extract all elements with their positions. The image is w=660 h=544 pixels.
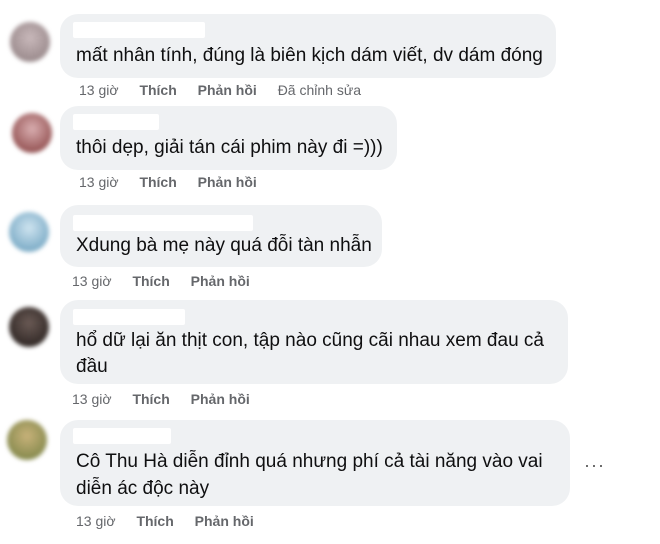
- comment-actions: 13 giờ Thích Phản hồi: [72, 391, 267, 407]
- comment-text: Xdung bà mẹ này quá đỗi tàn nhẫn: [76, 235, 372, 256]
- reply-button[interactable]: Phản hồi: [198, 82, 257, 98]
- like-button[interactable]: Thích: [136, 513, 173, 529]
- comment-text-line-1: Cô Thu Hà diễn đỉnh quá nhưng phí cả tài…: [76, 451, 543, 472]
- edited-label[interactable]: Đã chỉnh sửa: [278, 82, 361, 98]
- comment-time[interactable]: 13 giờ: [72, 273, 112, 289]
- redacted-author-name: [73, 428, 171, 444]
- avatar[interactable]: [9, 212, 49, 252]
- avatar[interactable]: [12, 113, 52, 153]
- reply-button[interactable]: Phản hồi: [191, 273, 250, 289]
- comment-text: thôi dẹp, giải tán cái phim này đi =))): [76, 137, 383, 158]
- redacted-author-name: [73, 215, 253, 231]
- comment-time[interactable]: 13 giờ: [79, 174, 119, 190]
- reply-button[interactable]: Phản hồi: [191, 391, 250, 407]
- more-horizontal-icon[interactable]: ···: [584, 455, 605, 476]
- comment-time[interactable]: 13 giờ: [79, 82, 119, 98]
- comment-actions: 13 giờ Thích Phản hồi: [76, 513, 271, 529]
- comment-text-line-2: đầu: [76, 356, 108, 377]
- comment-time[interactable]: 13 giờ: [72, 391, 112, 407]
- comment-time[interactable]: 13 giờ: [76, 513, 116, 529]
- like-button[interactable]: Thích: [132, 273, 169, 289]
- comment-text-line-2: diễn ác độc này: [76, 478, 210, 499]
- avatar[interactable]: [9, 307, 49, 347]
- redacted-author-name: [73, 114, 159, 130]
- redacted-author-name: [73, 22, 205, 38]
- reply-button[interactable]: Phản hồi: [195, 513, 254, 529]
- like-button[interactable]: Thích: [139, 174, 176, 190]
- avatar[interactable]: [10, 22, 50, 62]
- comment-actions: 13 giờ Thích Phản hồi Đã chỉnh sửa: [79, 82, 378, 98]
- reply-button[interactable]: Phản hồi: [198, 174, 257, 190]
- comment-actions: 13 giờ Thích Phản hồi: [72, 273, 267, 289]
- redacted-author-name: [73, 309, 185, 325]
- comment-text-line-1: hổ dữ lại ăn thịt con, tập nào cũng cãi …: [76, 330, 544, 351]
- comment-text: mất nhân tính, đúng là biên kịch dám viế…: [76, 45, 543, 66]
- comment-actions: 13 giờ Thích Phản hồi: [79, 174, 274, 190]
- like-button[interactable]: Thích: [139, 82, 176, 98]
- avatar[interactable]: [7, 420, 47, 460]
- like-button[interactable]: Thích: [132, 391, 169, 407]
